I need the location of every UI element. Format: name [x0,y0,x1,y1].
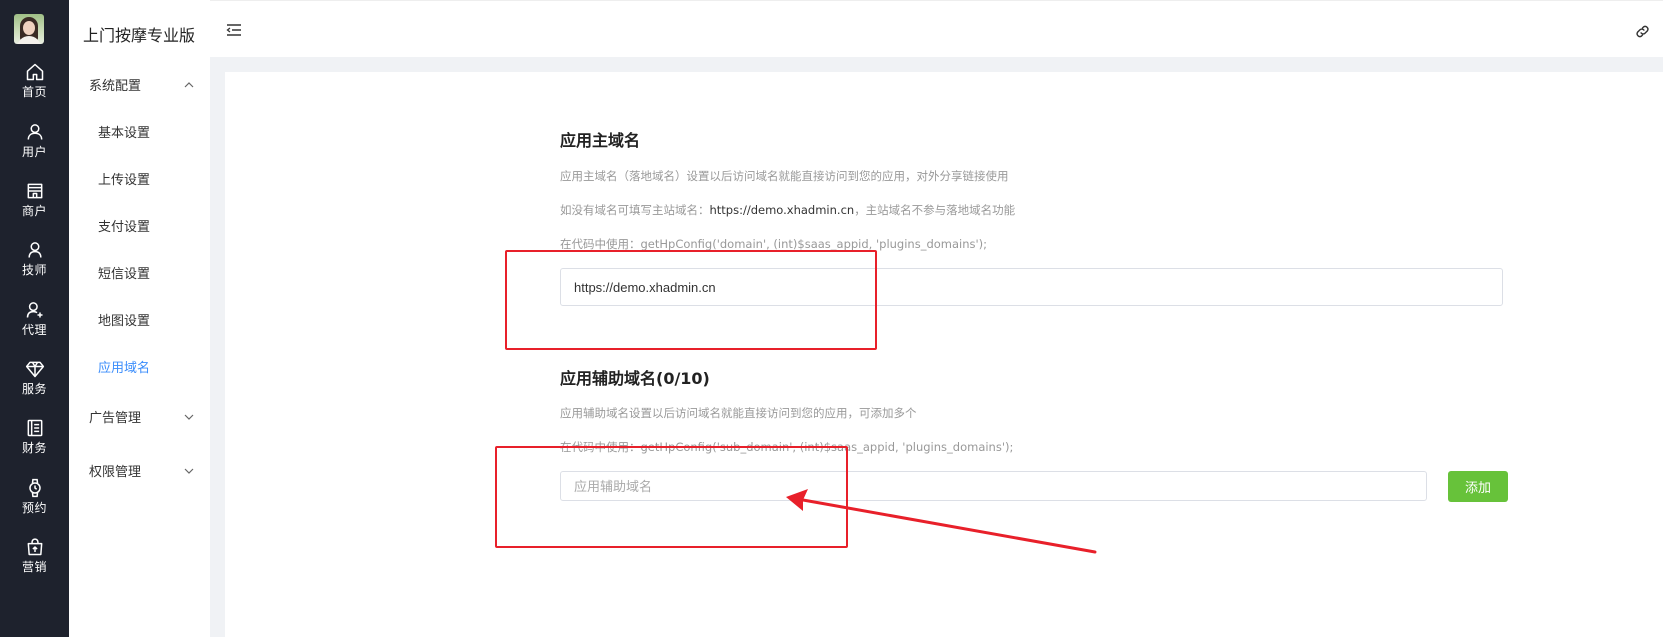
ledger-icon [27,419,42,437]
rail-label: 预约 [21,501,47,515]
rail-item-services[interactable]: 服务 [0,359,69,413]
content-area: 应用主域名 应用主域名（落地域名）设置以后访问域名就能直接访问到您的应用，对外分… [210,57,1663,637]
rail-label: 技师 [21,263,47,277]
rail-label: 营销 [21,560,47,574]
shopping-bag-icon [27,538,42,556]
hint-text: 如没有域名可填写主站域名： [560,203,710,217]
rail-item-marketing[interactable]: 营销 [0,537,69,591]
primary-domain-title: 应用主域名 [560,131,641,150]
menu-group-label: 系统配置 [89,79,142,94]
primary-domain-input[interactable] [560,268,1503,306]
menu-group-permissions[interactable]: 权限管理 [89,461,194,480]
add-domain-button[interactable]: 添加 [1448,471,1508,502]
rail-label: 用户 [21,145,47,159]
chevron-down-icon [184,468,194,474]
avatar[interactable] [14,14,44,44]
secondary-domain-desc: 应用辅助域名设置以后访问域名就能直接访问到您的应用，可添加多个 [560,406,917,420]
home-icon [26,63,43,81]
top-bar [210,0,1663,58]
hint-text: ，主站域名不参与落地域名功能 [854,203,1016,217]
submenu-item-sms[interactable]: 短信设置 [98,263,150,282]
secondary-domain-input[interactable] [560,471,1427,501]
rail-label: 服务 [21,382,47,396]
rail-item-booking[interactable]: 预约 [0,478,69,532]
submenu-item-app-domain[interactable]: 应用域名 [98,357,150,376]
rail-label: 财务 [21,441,47,455]
rail-item-merchants[interactable]: 商户 [0,181,69,235]
rail-item-technicians[interactable]: 技师 [0,240,69,294]
rail-label: 商户 [21,204,47,218]
person-icon [27,242,42,258]
rail-label: 首页 [21,85,47,99]
rail-item-home[interactable]: 首页 [0,62,69,116]
user-icon [27,124,42,140]
menu-group-label: 广告管理 [89,411,142,426]
rail-label: 代理 [21,323,47,337]
menu-group-ads[interactable]: 广告管理 [89,407,194,426]
menu-collapse-icon[interactable] [226,23,242,37]
chevron-down-icon [184,414,194,420]
diamond-icon [25,361,44,378]
store-icon [27,183,42,199]
user-plus-icon [26,302,42,318]
rail-item-finance[interactable]: 财务 [0,418,69,472]
submenu-item-basic[interactable]: 基本设置 [98,122,150,141]
settings-card: 应用主域名 应用主域名（落地域名）设置以后访问域名就能直接访问到您的应用，对外分… [225,72,1663,637]
menu-group-label: 权限管理 [89,465,142,480]
primary-domain-desc: 应用主域名（落地域名）设置以后访问域名就能直接访问到您的应用，对外分享链接使用 [560,169,1009,183]
secondary-domain-title: 应用辅助域名(0/10) [560,369,710,388]
watch-icon [28,478,41,498]
menu-group-system-config[interactable]: 系统配置 [89,75,194,94]
main-site-domain: https://demo.xhadmin.cn [709,203,855,217]
app-title: 上门按摩专业版 [83,26,196,45]
submenu-item-map[interactable]: 地图设置 [98,310,150,329]
secondary-domain-code-hint: 在代码中使用：getHpConfig('sub_domain', (int)$s… [560,440,1014,454]
secondary-sidebar: 上门按摩专业版 系统配置 基本设置 上传设置 支付设置 短信设置 地图设置 应用… [69,0,211,637]
submenu-item-upload[interactable]: 上传设置 [98,169,150,188]
primary-domain-hint: 如没有域名可填写主站域名：https://demo.xhadmin.cn，主站域… [560,202,1015,218]
rail-item-agents[interactable]: 代理 [0,300,69,354]
primary-domain-code-hint: 在代码中使用：getHpConfig('domain', (int)$saas_… [560,237,988,251]
icon-rail: 首页 用户 商户 技师 代理 服务 财务 预约 营销 [0,0,69,637]
link-icon[interactable] [1634,23,1651,40]
rail-item-users[interactable]: 用户 [0,122,69,176]
chevron-up-icon [184,81,194,87]
submenu-item-payment[interactable]: 支付设置 [98,216,150,235]
